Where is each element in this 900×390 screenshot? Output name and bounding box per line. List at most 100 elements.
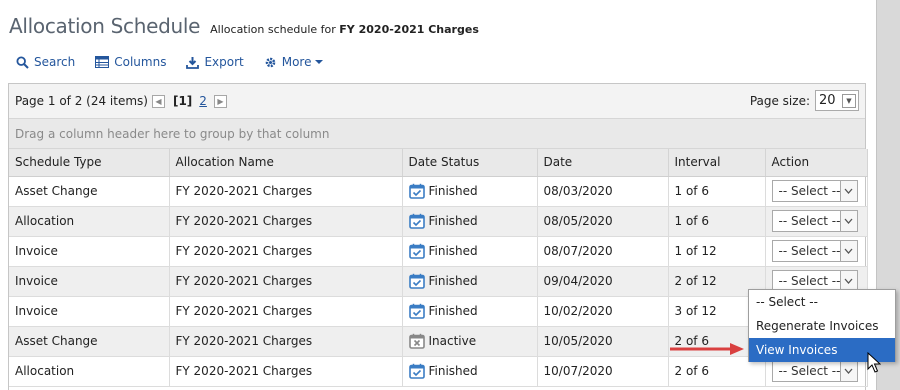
- cell-interval: 1 of 12: [668, 236, 766, 267]
- cell-allocation-name: FY 2020-2021 Charges: [169, 296, 403, 327]
- calendar-check-icon: [408, 183, 429, 199]
- page-size-control: Page size: 20 ▼: [750, 90, 859, 111]
- status-text: Finished: [428, 274, 478, 288]
- next-page-button[interactable]: ▶: [213, 94, 227, 108]
- page-size-value: 20: [819, 93, 836, 108]
- cell-allocation-name: FY 2020-2021 Charges: [169, 326, 403, 357]
- cell-date-status: Finished: [402, 266, 538, 297]
- cell-action: -- Select --: [765, 176, 868, 207]
- action-select-value: -- Select --: [778, 364, 841, 378]
- export-button[interactable]: Export: [186, 55, 244, 69]
- cell-date-status: Finished: [402, 296, 538, 327]
- action-select-value: -- Select --: [778, 184, 841, 198]
- current-page: [1]: [172, 94, 193, 108]
- columns-icon: [95, 56, 110, 68]
- search-label: Search: [34, 55, 76, 69]
- table-row[interactable]: Asset Change FY 2020-2021 Charges Finished…: [9, 176, 868, 207]
- cell-date: 09/04/2020: [537, 266, 669, 297]
- action-select-value: -- Select --: [778, 214, 841, 228]
- more-label: More: [281, 55, 312, 69]
- page-2-link[interactable]: 2: [199, 94, 207, 108]
- header-row: Schedule Type Allocation Name Date Statu…: [9, 149, 868, 177]
- table-row[interactable]: Allocation FY 2020-2021 Charges Finished 08…: [9, 206, 868, 237]
- cell-date: 08/03/2020: [537, 176, 669, 207]
- status-text: Inactive: [428, 334, 477, 348]
- cell-interval: 1 of 6: [668, 176, 766, 207]
- status-text: Finished: [428, 304, 478, 318]
- chevron-left-icon: ◀: [155, 96, 162, 106]
- status-text: Finished: [428, 364, 478, 378]
- table-row[interactable]: Invoice FY 2020-2021 Charges Finished 10/02…: [9, 296, 868, 327]
- dropdown-option-select[interactable]: -- Select --: [749, 290, 895, 314]
- pager: Page 1 of 2 (24 items) ◀ [1] 2 ▶ Page si…: [9, 84, 865, 119]
- table-row[interactable]: Invoice FY 2020-2021 Charges Finished 09/04…: [9, 266, 868, 297]
- page-size-select[interactable]: 20 ▼: [815, 90, 859, 111]
- page-header: Allocation Schedule Allocation schedule …: [9, 14, 479, 38]
- page-size-label: Page size:: [749, 93, 810, 108]
- column-header-date-status[interactable]: Date Status: [402, 149, 538, 177]
- cell-date-status: Finished: [402, 206, 538, 237]
- chevron-down-icon: [840, 211, 857, 231]
- cell-action: -- Select --: [765, 236, 868, 267]
- column-header-interval[interactable]: Interval: [668, 149, 766, 177]
- mouse-pointer-icon: [867, 352, 881, 373]
- page-subtitle: Allocation schedule for FY 2020-2021 Cha…: [210, 23, 479, 36]
- annotation-arrow: [670, 343, 744, 355]
- cell-schedule-type: Invoice: [9, 266, 170, 297]
- cell-date: 10/02/2020: [537, 296, 669, 327]
- cell-date: 08/07/2020: [537, 236, 669, 267]
- chevron-down-icon: [840, 361, 857, 381]
- more-button[interactable]: More: [264, 55, 330, 69]
- calendar-check-icon: [408, 213, 429, 229]
- cell-date: 10/07/2020: [537, 356, 669, 387]
- action-select[interactable]: -- Select --: [771, 180, 858, 202]
- action-select[interactable]: -- Select --: [771, 240, 858, 262]
- prev-page-button[interactable]: ◀: [151, 94, 165, 108]
- column-header-date[interactable]: Date: [537, 149, 669, 177]
- column-header-allocation-name[interactable]: Allocation Name: [169, 149, 403, 177]
- page-title: Allocation Schedule: [9, 14, 201, 38]
- cell-schedule-type: Asset Change: [9, 176, 170, 207]
- dropdown-option-regenerate-invoices[interactable]: Regenerate Invoices: [749, 314, 895, 338]
- cell-allocation-name: FY 2020-2021 Charges: [169, 236, 403, 267]
- export-label: Export: [204, 55, 244, 69]
- cell-date: 10/05/2020: [537, 326, 669, 357]
- cell-allocation-name: FY 2020-2021 Charges: [169, 206, 403, 237]
- cell-schedule-type: Invoice: [9, 296, 170, 327]
- column-header-schedule-type[interactable]: Schedule Type: [9, 149, 170, 177]
- calendar-check-icon: [408, 243, 429, 259]
- cell-allocation-name: FY 2020-2021 Charges: [169, 176, 403, 207]
- search-icon: [16, 55, 29, 69]
- cell-schedule-type: Allocation: [9, 356, 170, 387]
- cell-date-status: Inactive: [402, 326, 538, 357]
- caret-down-icon: [315, 60, 324, 64]
- columns-button[interactable]: Columns: [95, 55, 166, 69]
- cell-date-status: Finished: [402, 236, 538, 267]
- group-by-panel[interactable]: Drag a column header here to group by th…: [9, 119, 865, 149]
- gear-icon: [265, 57, 276, 67]
- cell-interval: 1 of 6: [668, 206, 766, 237]
- chevron-down-icon: [840, 241, 857, 261]
- chevron-down-icon: ▼: [842, 93, 856, 108]
- table-row[interactable]: Invoice FY 2020-2021 Charges Finished 08/07…: [9, 236, 868, 267]
- cell-date-status: Finished: [402, 176, 538, 207]
- action-select[interactable]: -- Select --: [771, 360, 858, 382]
- columns-label: Columns: [114, 55, 167, 69]
- calendar-x-icon: [408, 333, 429, 349]
- status-text: Finished: [428, 214, 478, 228]
- calendar-check-icon: [408, 273, 429, 289]
- cell-schedule-type: Invoice: [9, 236, 170, 267]
- column-header-action[interactable]: Action: [765, 149, 868, 177]
- table-row[interactable]: Allocation FY 2020-2021 Charges Finished 10…: [9, 356, 868, 387]
- cell-schedule-type: Allocation: [9, 206, 170, 237]
- calendar-check-icon: [408, 363, 429, 379]
- status-text: Finished: [428, 184, 478, 198]
- status-text: Finished: [428, 244, 478, 258]
- search-button[interactable]: Search: [16, 55, 75, 69]
- action-select[interactable]: -- Select --: [771, 210, 858, 232]
- subtitle-allocation-name: FY 2020-2021 Charges: [339, 23, 479, 36]
- chevron-down-icon: [840, 181, 857, 201]
- action-select-value: -- Select --: [778, 244, 841, 258]
- pager-info: Page 1 of 2 (24 items): [15, 94, 148, 108]
- action-select-value: -- Select --: [778, 274, 841, 288]
